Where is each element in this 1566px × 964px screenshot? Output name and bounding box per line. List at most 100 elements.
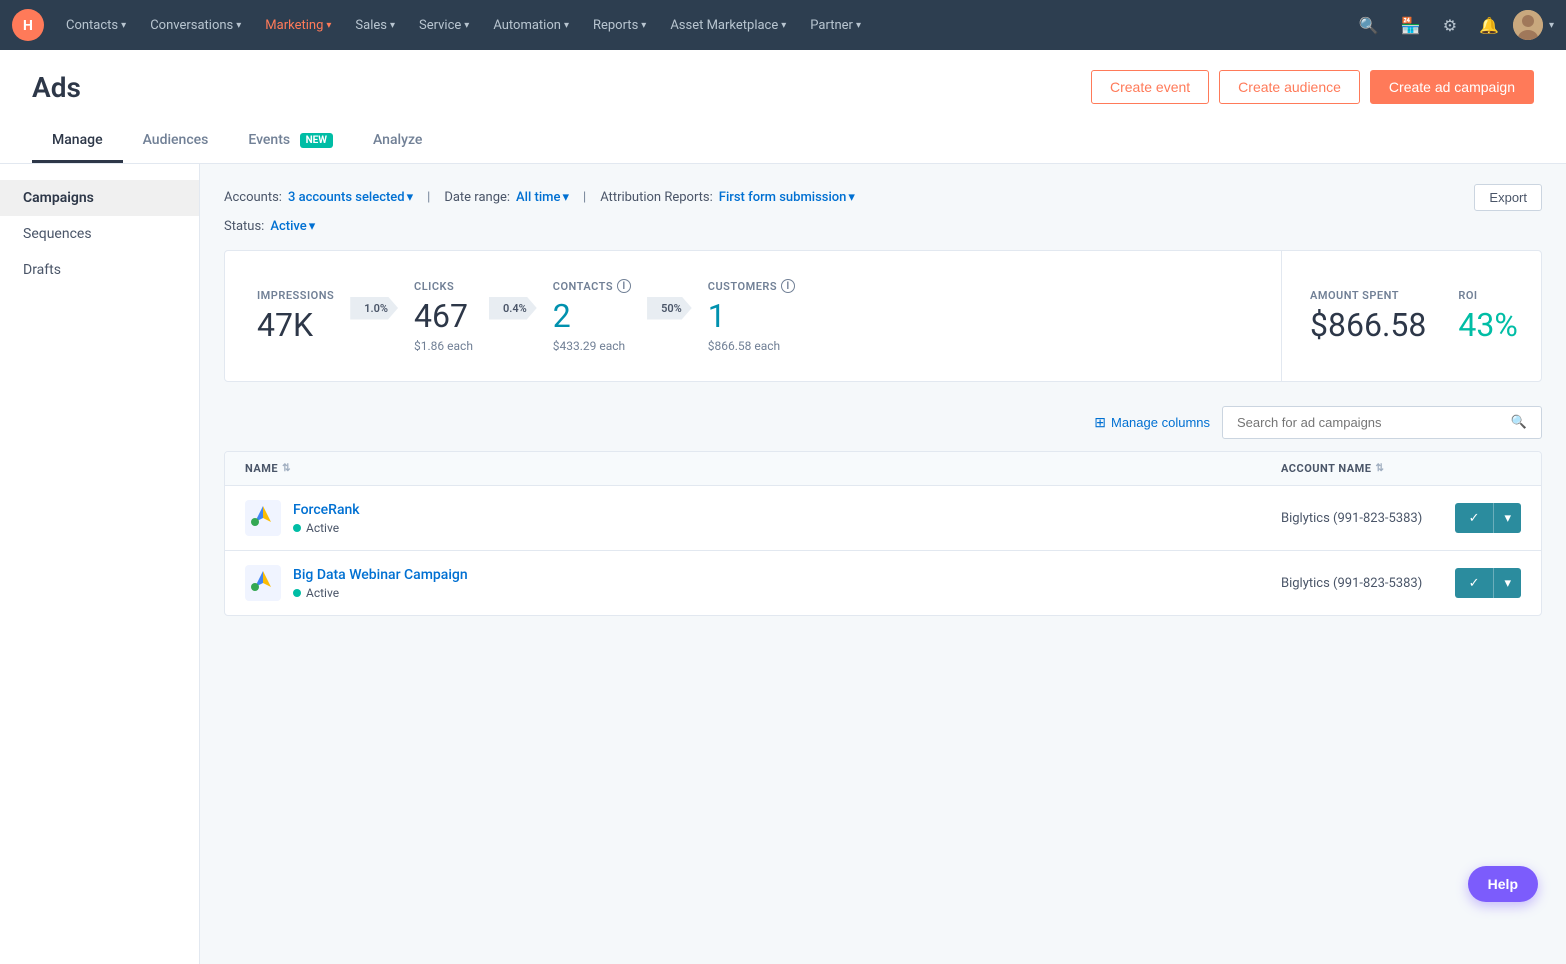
tab-manage[interactable]: Manage xyxy=(32,120,123,163)
campaign-info-2: Big Data Webinar Campaign Active xyxy=(293,567,468,600)
customers-rate: 50% xyxy=(647,297,692,320)
nav-partner[interactable]: Partner ▾ xyxy=(800,12,871,39)
contacts-info-icon[interactable]: i xyxy=(617,279,631,293)
avatar-chevron-icon[interactable]: ▾ xyxy=(1549,20,1554,31)
create-audience-button[interactable]: Create audience xyxy=(1219,70,1360,104)
search-icon[interactable]: 🔍 xyxy=(1351,12,1387,39)
column-header-name: NAME ⇅ xyxy=(245,462,1281,475)
tab-analyze[interactable]: Analyze xyxy=(353,120,442,163)
customers-label: CUSTOMERS i xyxy=(708,279,795,293)
impressions-value: 47K xyxy=(257,306,313,344)
accounts-filter-label: Accounts: xyxy=(224,190,282,205)
marketplace-icon[interactable]: 🏪 xyxy=(1393,12,1429,39)
campaign-action-main-2[interactable]: ✓ xyxy=(1455,568,1494,598)
create-ad-campaign-button[interactable]: Create ad campaign xyxy=(1370,70,1534,104)
date-range-filter-value[interactable]: All time ▾ xyxy=(516,190,569,205)
attribution-chevron-icon: ▾ xyxy=(848,190,855,205)
campaign-action-2: ✓ ▾ xyxy=(1455,568,1521,598)
columns-icon: ⊞ xyxy=(1094,414,1106,431)
create-event-button[interactable]: Create event xyxy=(1091,70,1209,104)
tab-audiences[interactable]: Audiences xyxy=(123,120,229,163)
filters-row-1: Accounts: 3 accounts selected ▾ | Date r… xyxy=(224,184,1542,211)
nav-asset-marketplace[interactable]: Asset Marketplace ▾ xyxy=(660,12,796,39)
amount-spent-label: AMOUNT SPENT xyxy=(1310,289,1399,302)
tab-events[interactable]: Events NEW xyxy=(228,120,353,163)
service-chevron-icon: ▾ xyxy=(464,20,469,31)
name-sort-icon[interactable]: ⇅ xyxy=(282,463,291,474)
contacts-to-customers-arrow: 50% xyxy=(647,297,692,320)
date-range-filter-label: Date range: xyxy=(444,190,510,205)
partner-chevron-icon: ▾ xyxy=(856,20,861,31)
nav-reports[interactable]: Reports ▾ xyxy=(583,12,656,39)
campaign-icon-1 xyxy=(245,500,281,536)
settings-icon[interactable]: ⚙ xyxy=(1435,12,1465,39)
top-navigation: H Contacts ▾ Conversations ▾ Marketing ▾… xyxy=(0,0,1566,50)
main-content: Campaigns Sequences Drafts Accounts: 3 a… xyxy=(0,164,1566,964)
campaign-action-dropdown-1[interactable]: ▾ xyxy=(1493,503,1521,533)
sidebar-item-campaigns[interactable]: Campaigns xyxy=(0,180,199,216)
status-filter-label: Status: xyxy=(224,219,264,234)
impressions-stat: IMPRESSIONS 47K xyxy=(257,289,334,344)
campaign-name-1[interactable]: ForceRank xyxy=(293,502,360,518)
sidebar-item-sequences[interactable]: Sequences xyxy=(0,216,199,252)
customers-value: 1 xyxy=(708,297,726,335)
user-avatar[interactable] xyxy=(1513,10,1543,40)
contacts-value: 2 xyxy=(553,297,571,335)
marketing-chevron-icon: ▾ xyxy=(326,20,331,31)
status-filter-value[interactable]: Active ▾ xyxy=(270,219,315,234)
column-header-account: ACCOUNT NAME ⇅ xyxy=(1281,462,1521,475)
account-name-cell-1: Biglytics (991-823-5383) ✓ ▾ xyxy=(1281,503,1521,533)
sidebar: Campaigns Sequences Drafts xyxy=(0,164,200,964)
topnav-right-icons: 🔍 🏪 ⚙ 🔔 ▾ xyxy=(1351,10,1554,40)
status-active-dot-1 xyxy=(293,524,301,532)
accounts-filter-value[interactable]: 3 accounts selected ▾ xyxy=(288,190,413,205)
campaign-icon-2 xyxy=(245,565,281,601)
sidebar-item-drafts[interactable]: Drafts xyxy=(0,252,199,288)
customers-info-icon[interactable]: i xyxy=(781,279,795,293)
contacts-chevron-icon: ▾ xyxy=(121,20,126,31)
campaign-name-2[interactable]: Big Data Webinar Campaign xyxy=(293,567,468,583)
attribution-filter-value[interactable]: First form submission ▾ xyxy=(719,190,855,205)
table-row: ForceRank Active Biglytics (991-823-5383… xyxy=(225,486,1541,551)
hubspot-logo[interactable]: H xyxy=(12,9,44,41)
impressions-label: IMPRESSIONS xyxy=(257,289,334,302)
campaign-action-1: ✓ ▾ xyxy=(1455,503,1521,533)
export-button[interactable]: Export xyxy=(1474,184,1542,211)
nav-contacts[interactable]: Contacts ▾ xyxy=(56,12,136,39)
nav-sales[interactable]: Sales ▾ xyxy=(345,12,405,39)
clicks-value: 467 xyxy=(414,297,468,335)
customers-stat: CUSTOMERS i 1 $866.58 each xyxy=(708,279,795,353)
reports-chevron-icon: ▾ xyxy=(641,20,646,31)
content-area: Accounts: 3 accounts selected ▾ | Date r… xyxy=(200,164,1566,964)
amount-spent-value: $866.58 xyxy=(1310,306,1426,344)
campaign-action-dropdown-2[interactable]: ▾ xyxy=(1493,568,1521,598)
stats-main: IMPRESSIONS 47K 1.0% CLICKS 467 $1.86 ea… xyxy=(225,251,1281,381)
campaign-name-cell-1: ForceRank Active xyxy=(245,500,1281,536)
conversations-chevron-icon: ▾ xyxy=(236,20,241,31)
notifications-icon[interactable]: 🔔 xyxy=(1471,12,1507,39)
contacts-rate: 0.4% xyxy=(489,297,537,320)
account-name-cell-2: Biglytics (991-823-5383) ✓ ▾ xyxy=(1281,568,1521,598)
account-sort-icon[interactable]: ⇅ xyxy=(1375,463,1384,474)
campaign-name-cell-2: Big Data Webinar Campaign Active xyxy=(245,565,1281,601)
page-header: Ads Create event Create audience Create … xyxy=(0,50,1566,164)
asset-marketplace-chevron-icon: ▾ xyxy=(781,20,786,31)
nav-marketing[interactable]: Marketing ▾ xyxy=(255,12,341,39)
nav-service[interactable]: Service ▾ xyxy=(409,12,479,39)
roi-label: ROI xyxy=(1458,289,1477,302)
status-row: Status: Active ▾ xyxy=(224,219,1542,234)
help-button[interactable]: Help xyxy=(1468,866,1538,902)
table-header: NAME ⇅ ACCOUNT NAME ⇅ xyxy=(225,452,1541,486)
table-row: Big Data Webinar Campaign Active Biglyti… xyxy=(225,551,1541,615)
status-chevron-icon: ▾ xyxy=(309,219,316,234)
nav-automation[interactable]: Automation ▾ xyxy=(483,12,579,39)
date-range-chevron-icon: ▾ xyxy=(562,190,569,205)
campaign-status-1: Active xyxy=(293,521,360,535)
campaign-info-1: ForceRank Active xyxy=(293,502,360,535)
nav-conversations[interactable]: Conversations ▾ xyxy=(140,12,251,39)
page-title: Ads xyxy=(32,71,81,104)
campaign-action-main-1[interactable]: ✓ xyxy=(1455,503,1494,533)
search-input[interactable] xyxy=(1237,415,1503,430)
manage-columns-button[interactable]: ⊞ Manage columns xyxy=(1094,414,1210,431)
status-active-dot-2 xyxy=(293,589,301,597)
